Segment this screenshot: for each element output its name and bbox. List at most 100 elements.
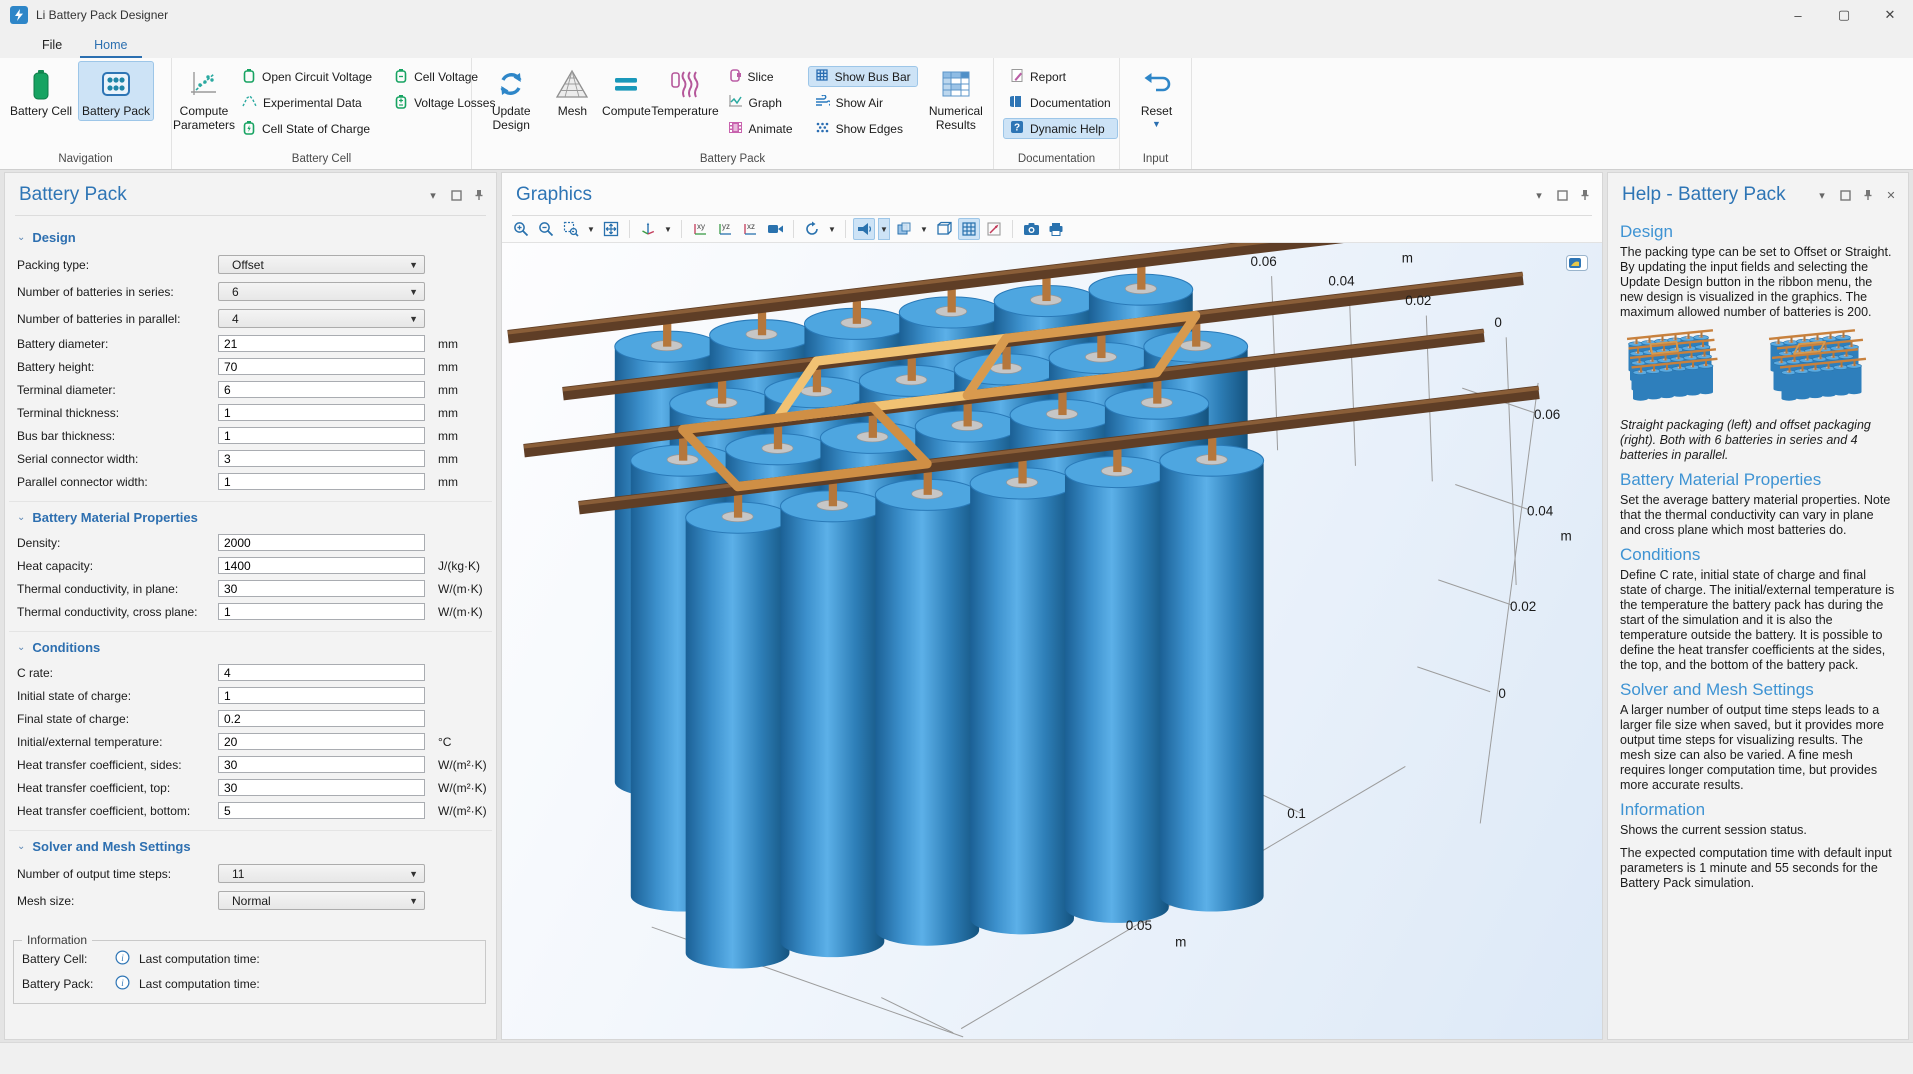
zoom-out-icon[interactable] [535,218,557,240]
section-design[interactable]: ⌄ Design [5,222,496,251]
packing-type-select[interactable]: Offset▼ [218,255,425,274]
form-row: Parallel connector width: mm [5,470,496,493]
ribbon-group-input: Reset ▼ Input [1120,58,1192,169]
c-rate-input[interactable] [218,664,425,681]
initial-state-of-charge-input[interactable] [218,687,425,704]
scene-light-dropdown-icon[interactable]: ▼ [878,218,890,240]
battery-height-input[interactable] [218,358,425,375]
rotate-icon[interactable] [801,218,823,240]
battery-pack-3d-view[interactable]: 0.060.040.020m0.060.04m0.0200.10.05m0 [502,243,1602,1039]
menu-home[interactable]: Home [80,34,141,58]
zoom-extents-icon[interactable] [600,218,622,240]
initial-external-temperature-input[interactable] [218,733,425,750]
view-yz-icon[interactable]: yz [714,218,736,240]
show-axes-icon[interactable] [983,218,1005,240]
transparency-dropdown-icon[interactable]: ▼ [918,218,930,240]
density-input[interactable] [218,534,425,551]
serial-connector-width-input[interactable] [218,450,425,467]
axis-label: 0.1 [1287,806,1306,821]
show-edges-button[interactable]: Show Edges [808,118,918,139]
show-grid-icon[interactable] [958,218,980,240]
cell-state-of-charge-button[interactable]: Cell State of Charge [235,118,379,139]
terminal-thickness-input[interactable] [218,404,425,421]
print-icon[interactable] [1045,218,1067,240]
heat-transfer-top-input[interactable] [218,779,425,796]
compute-parameters-button[interactable]: Compute Parameters [178,61,230,135]
rotate-dropdown-icon[interactable]: ▼ [826,218,838,240]
experimental-data-button[interactable]: Experimental Data [235,92,379,113]
panel-float-icon[interactable] [449,188,463,202]
heat-capacity-input[interactable] [218,557,425,574]
temperature-button[interactable]: Temperature [654,61,715,121]
panel-float-icon[interactable] [1838,188,1852,202]
snapshot-icon[interactable] [1020,218,1042,240]
thermal-conductivity-cross-plane-input[interactable] [218,603,425,620]
dynamic-help-button[interactable]: ? Dynamic Help [1003,118,1118,139]
zoom-in-icon[interactable] [510,218,532,240]
documentation-button[interactable]: Documentation [1003,92,1118,113]
transparency-icon[interactable] [893,218,915,240]
battery-pack-button[interactable]: Battery Pack [78,61,154,121]
report-button[interactable]: Report [1003,66,1118,87]
slice-button[interactable]: Slice [721,66,800,87]
panel-menu-icon[interactable]: ▾ [1532,188,1546,202]
info-icon[interactable]: i [115,950,130,968]
view-xy-icon[interactable]: xy [689,218,711,240]
panel-menu-icon[interactable]: ▾ [1815,188,1829,202]
help-heading-design: Design [1620,224,1896,239]
bus-bar-thickness-input[interactable] [218,427,425,444]
output-time-steps-select[interactable]: 11▼ [218,864,425,883]
numerical-results-button[interactable]: Numerical Results [923,61,989,135]
heat-transfer-bottom-input[interactable] [218,802,425,819]
scene-camera-icon[interactable] [764,218,786,240]
section-solver-mesh-settings[interactable]: ⌄ Solver and Mesh Settings [5,831,496,860]
scene-light-icon[interactable] [853,218,875,240]
heat-transfer-sides-input[interactable] [218,756,425,773]
go-to-view-icon[interactable] [637,218,659,240]
panel-pin-icon[interactable] [472,188,486,202]
panel-menu-icon[interactable]: ▾ [426,188,440,202]
thermal-conductivity-in-plane-input[interactable] [218,580,425,597]
zoom-box-icon[interactable] [560,218,582,240]
mesh-size-select[interactable]: Normal▼ [218,891,425,910]
terminal-diameter-input[interactable] [218,381,425,398]
zoom-box-dropdown-icon[interactable]: ▼ [585,218,597,240]
maximize-button[interactable]: ▢ [1821,0,1867,30]
go-to-view-dropdown-icon[interactable]: ▼ [662,218,674,240]
form-row: Battery height: mm [5,355,496,378]
info-icon[interactable]: i [115,975,130,993]
final-state-of-charge-input[interactable] [218,710,425,727]
graphics-canvas[interactable]: 0.060.040.020m0.060.04m0.0200.10.05m0 [502,243,1602,1039]
compute-button[interactable]: Compute [600,61,652,121]
batteries-in-parallel-select[interactable]: 4▼ [218,309,425,328]
section-conditions[interactable]: ⌄ Conditions [5,632,496,661]
close-button[interactable]: ✕ [1867,0,1913,30]
reset-button[interactable]: Reset ▼ [1131,61,1183,132]
close-icon[interactable]: ✕ [1884,188,1898,202]
group-label-navigation: Navigation [0,151,171,169]
panel-pin-icon[interactable] [1861,188,1875,202]
update-design-button[interactable]: Update Design [478,61,544,135]
parallel-connector-width-input[interactable] [218,473,425,490]
batteries-in-series-select[interactable]: 6▼ [218,282,425,301]
battery-diameter-input[interactable] [218,335,425,352]
view-xz-icon[interactable]: xz [739,218,761,240]
mesh-button[interactable]: Mesh [546,61,598,121]
canvas-context-icon[interactable] [1566,255,1588,271]
cell-state-of-charge-icon [242,120,256,138]
show-frame-icon[interactable] [933,218,955,240]
battery-pack-icon [99,66,133,102]
open-circuit-voltage-button[interactable]: Open Circuit Voltage [235,66,379,87]
section-battery-material-properties[interactable]: ⌄ Battery Material Properties [5,502,496,531]
show-air-button[interactable]: Show Air [808,92,918,113]
battery-cell-button[interactable]: Battery Cell [6,61,76,121]
show-bus-bar-button[interactable]: Show Bus Bar [808,66,918,87]
panel-float-icon[interactable] [1555,188,1569,202]
reset-dropdown-icon[interactable]: ▼ [1152,119,1161,129]
graph-button[interactable]: Graph [721,92,800,113]
animate-button[interactable]: Animate [721,118,800,139]
menu-file[interactable]: File [28,34,76,58]
panel-pin-icon[interactable] [1578,188,1592,202]
minimize-button[interactable]: – [1775,0,1821,30]
group-label-battery-cell: Battery Cell [172,151,471,169]
